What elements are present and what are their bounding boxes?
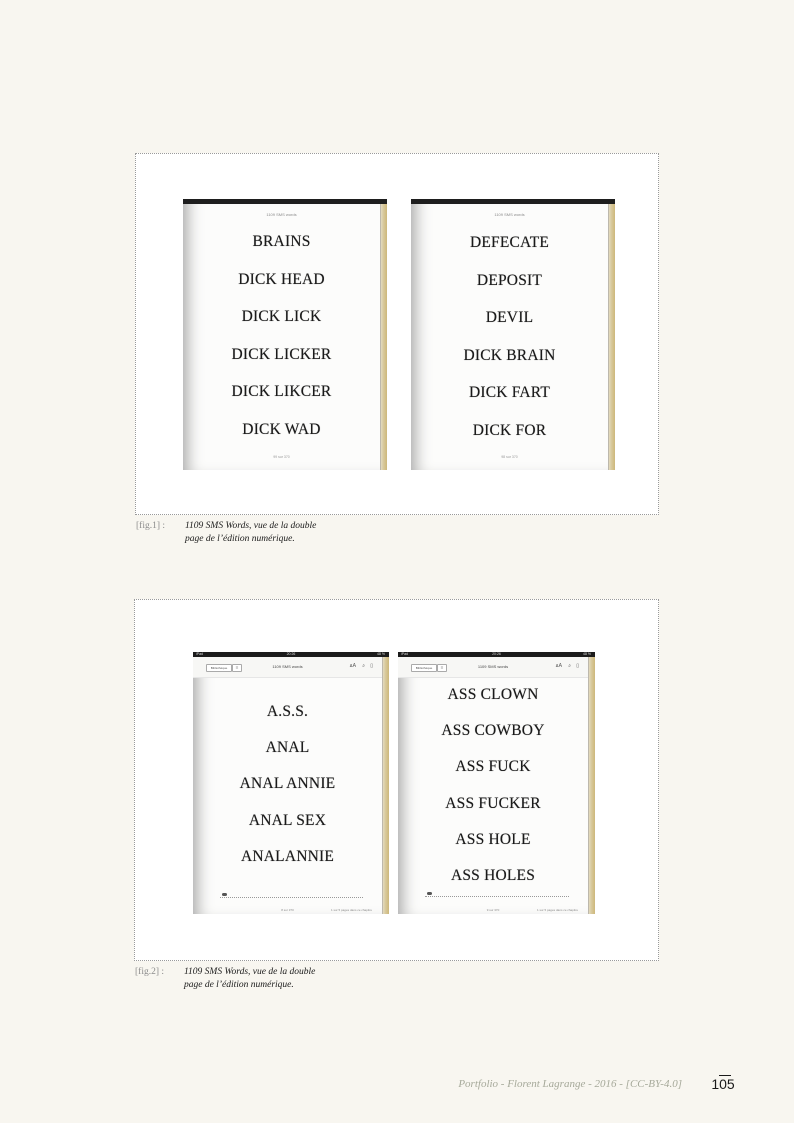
word-item: DEPOSIT: [476, 271, 543, 289]
font-size-icon[interactable]: ᴀA: [556, 663, 562, 669]
page-scrubber[interactable]: [425, 892, 569, 897]
page-counter: 99 sur 370: [273, 455, 290, 459]
reader-toolbar: 1109 SMS words Bibliothèque ☰ ᴀA ⌕ ▯: [398, 657, 588, 678]
word-item: A.S.S.: [266, 703, 309, 720]
library-button[interactable]: Bibliothèque: [206, 664, 232, 672]
figure-caption: 1109 SMS Words, vue de la double page de…: [185, 520, 385, 546]
search-icon[interactable]: ⌕: [568, 663, 571, 669]
fig1-left-screenshot: 1109 SMS words BRAINS DICK HEAD DICK LIC…: [183, 199, 387, 470]
bookmark-icon[interactable]: ▯: [370, 663, 373, 669]
figure-label: [fig.1] :: [136, 521, 166, 531]
scrubber-knob[interactable]: [222, 893, 227, 896]
chapter-progress: 1 sur 5 pages dans ce chapitre: [536, 908, 578, 912]
reader-toolbar: 1109 SMS words Bibliothèque ☰ ᴀA ⌕ ▯: [193, 657, 382, 678]
word-item: ANAL ANNIE: [239, 775, 336, 793]
word-list: DEFECATE DEPOSIT DEVIL DICK BRAIN DICK F…: [411, 233, 608, 458]
word-item: ANAL SEX: [248, 811, 327, 829]
word-list: ASS CLOWN ASS COWBOY ASS FUCK ASS FUCKER…: [398, 685, 588, 902]
word-item: DICK FART: [468, 384, 551, 401]
book-header: 1109 SMS words: [494, 212, 525, 217]
word-item: ANALANNIE: [240, 847, 335, 865]
caption-line: page de l’édition numérique.: [185, 534, 295, 544]
caption-line: 1109 SMS Words, vue de la double: [185, 521, 317, 531]
page-edge: [382, 657, 389, 914]
caption-line: page de l’édition numérique.: [184, 980, 294, 990]
chapter-progress: 1 sur 5 pages dans ce chapitre: [330, 908, 372, 912]
word-item: DICK FOR: [472, 421, 547, 439]
fig2-right-screenshot: iPad 20:26 48 % 1109 SMS words Bibliothè…: [398, 652, 595, 914]
page-counter: 98 sur 370: [501, 455, 518, 459]
word-item: DICK LIKCER: [231, 383, 332, 400]
word-item: DEVIL: [485, 309, 534, 326]
fig2-left-screenshot: iPad 20:26 48 % 1109 SMS words Bibliothè…: [193, 652, 389, 914]
figure-label: [fig.2] :: [135, 967, 165, 977]
library-button[interactable]: Bibliothèque: [411, 664, 437, 672]
page-scrubber[interactable]: [220, 893, 363, 898]
search-icon[interactable]: ⌕: [362, 663, 365, 669]
scrubber-knob[interactable]: [427, 892, 432, 895]
book-header: 1109 SMS words: [266, 212, 297, 217]
contents-button[interactable]: ☰: [437, 664, 447, 672]
word-item: DICK WAD: [242, 420, 321, 438]
contents-button[interactable]: ☰: [232, 664, 242, 672]
bookmark-icon[interactable]: ▯: [576, 663, 579, 669]
word-item: ASS COWBOY: [441, 722, 545, 740]
word-item: DICK LICK: [241, 308, 322, 325]
word-item: ANAL: [265, 739, 310, 757]
word-item: ASS HOLE: [455, 830, 531, 848]
figure-caption: 1109 SMS Words, vue de la double page de…: [184, 966, 384, 992]
word-item: BRAINS: [252, 233, 311, 250]
word-item: DICK HEAD: [238, 270, 325, 288]
page-edge: [380, 204, 387, 470]
word-item: ASS FUCK: [455, 758, 531, 776]
word-item: DEFECATE: [469, 234, 550, 251]
page-edge: [608, 204, 615, 470]
device-bezel: [183, 199, 387, 204]
caption-line: 1109 SMS Words, vue de la double: [184, 967, 316, 977]
word-list: A.S.S. ANAL ANAL ANNIE ANAL SEX ANALANNI…: [193, 702, 382, 883]
device-bezel: [411, 199, 615, 204]
fig1-right-screenshot: 1109 SMS words DEFECATE DEPOSIT DEVIL DI…: [411, 199, 615, 470]
font-size-icon[interactable]: ᴀA: [350, 663, 356, 669]
word-item: DICK LICKER: [231, 345, 332, 363]
page-number: 105: [711, 1076, 735, 1092]
word-item: DICK BRAIN: [463, 346, 556, 364]
word-item: ASS CLOWN: [447, 686, 539, 703]
word-item: ASS FUCKER: [445, 794, 541, 812]
page-footer-credit: Portfolio - Florent Lagrange - 2016 - [C…: [458, 1078, 682, 1090]
page-edge: [588, 657, 595, 914]
word-list: BRAINS DICK HEAD DICK LICK DICK LICKER D…: [183, 232, 380, 457]
